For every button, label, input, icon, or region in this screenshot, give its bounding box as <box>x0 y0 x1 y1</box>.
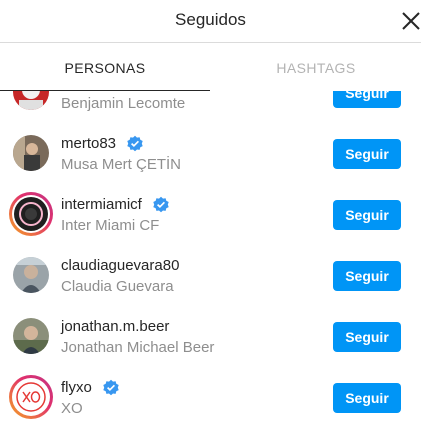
list-item: claudiaguevara80 Claudia Guevara Seguir <box>0 244 421 305</box>
full-name: Benjamin Lecomte <box>61 95 186 112</box>
username[interactable]: flyxo <box>61 379 92 396</box>
follow-button[interactable]: Seguir <box>333 383 401 413</box>
follow-button[interactable]: Seguir <box>333 139 401 169</box>
account-info: merto83 Musa Mert ÇETİN <box>61 135 321 174</box>
close-icon[interactable] <box>400 10 421 32</box>
verified-badge-icon <box>152 196 170 214</box>
tab-hashtags[interactable]: HASHTAGS <box>211 43 421 91</box>
account-info: intermiamicf Inter Miami CF <box>61 196 321 235</box>
list-item: jonathan.m.beer Jonathan Michael Beer Se… <box>0 305 421 366</box>
active-tab-indicator <box>0 90 210 91</box>
tab-bar: PERSONAS HASHTAGS <box>0 43 421 91</box>
account-info: claudiaguevara80 Claudia Guevara <box>61 257 321 296</box>
verified-badge-icon <box>126 135 144 153</box>
verified-badge-icon <box>102 379 120 397</box>
list-item: intermiamicf Inter Miami CF Seguir <box>0 183 421 244</box>
account-info: flyxo XO <box>61 379 321 418</box>
full-name: Claudia Guevara <box>61 278 174 295</box>
account-info: jonathan.m.beer Jonathan Michael Beer <box>61 318 321 357</box>
username[interactable]: jonathan.m.beer <box>61 318 169 335</box>
avatar[interactable] <box>13 91 49 110</box>
avatar[interactable] <box>13 318 49 354</box>
list-item: flyxo XO Seguir <box>0 366 421 427</box>
username[interactable]: claudiaguevara80 <box>61 257 179 274</box>
follow-button[interactable]: Seguir <box>333 322 401 352</box>
list-item: merto83 Musa Mert ÇETİN Seguir <box>0 122 421 183</box>
follow-button[interactable]: Seguir <box>333 200 401 230</box>
avatar-story-ring[interactable] <box>9 192 53 236</box>
full-name: Inter Miami CF <box>61 217 160 234</box>
avatar[interactable] <box>13 257 49 293</box>
following-list[interactable]: benj_lecomte Benjamin Lecomte Seguir <box>0 91 421 444</box>
tab-personas-label: PERSONAS <box>64 60 146 76</box>
username[interactable]: intermiamicf <box>61 196 142 213</box>
list-item: benj_lecomte Benjamin Lecomte Seguir <box>0 91 421 122</box>
avatar[interactable] <box>13 135 49 171</box>
tab-hashtags-label: HASHTAGS <box>276 60 356 76</box>
dialog-title: Seguidos <box>175 10 246 29</box>
follow-button[interactable]: Seguir <box>333 91 401 108</box>
avatar-story-ring[interactable] <box>9 375 53 419</box>
account-info: benj_lecomte Benjamin Lecomte <box>61 91 321 113</box>
tab-personas[interactable]: PERSONAS <box>0 43 210 91</box>
full-name: XO <box>61 400 83 417</box>
verified-badge-icon <box>160 91 178 92</box>
full-name: Jonathan Michael Beer <box>61 339 215 356</box>
full-name: Musa Mert ÇETİN <box>61 156 182 173</box>
username[interactable]: merto83 <box>61 135 116 152</box>
dialog-header: Seguidos <box>0 0 421 43</box>
follow-button[interactable]: Seguir <box>333 261 401 291</box>
